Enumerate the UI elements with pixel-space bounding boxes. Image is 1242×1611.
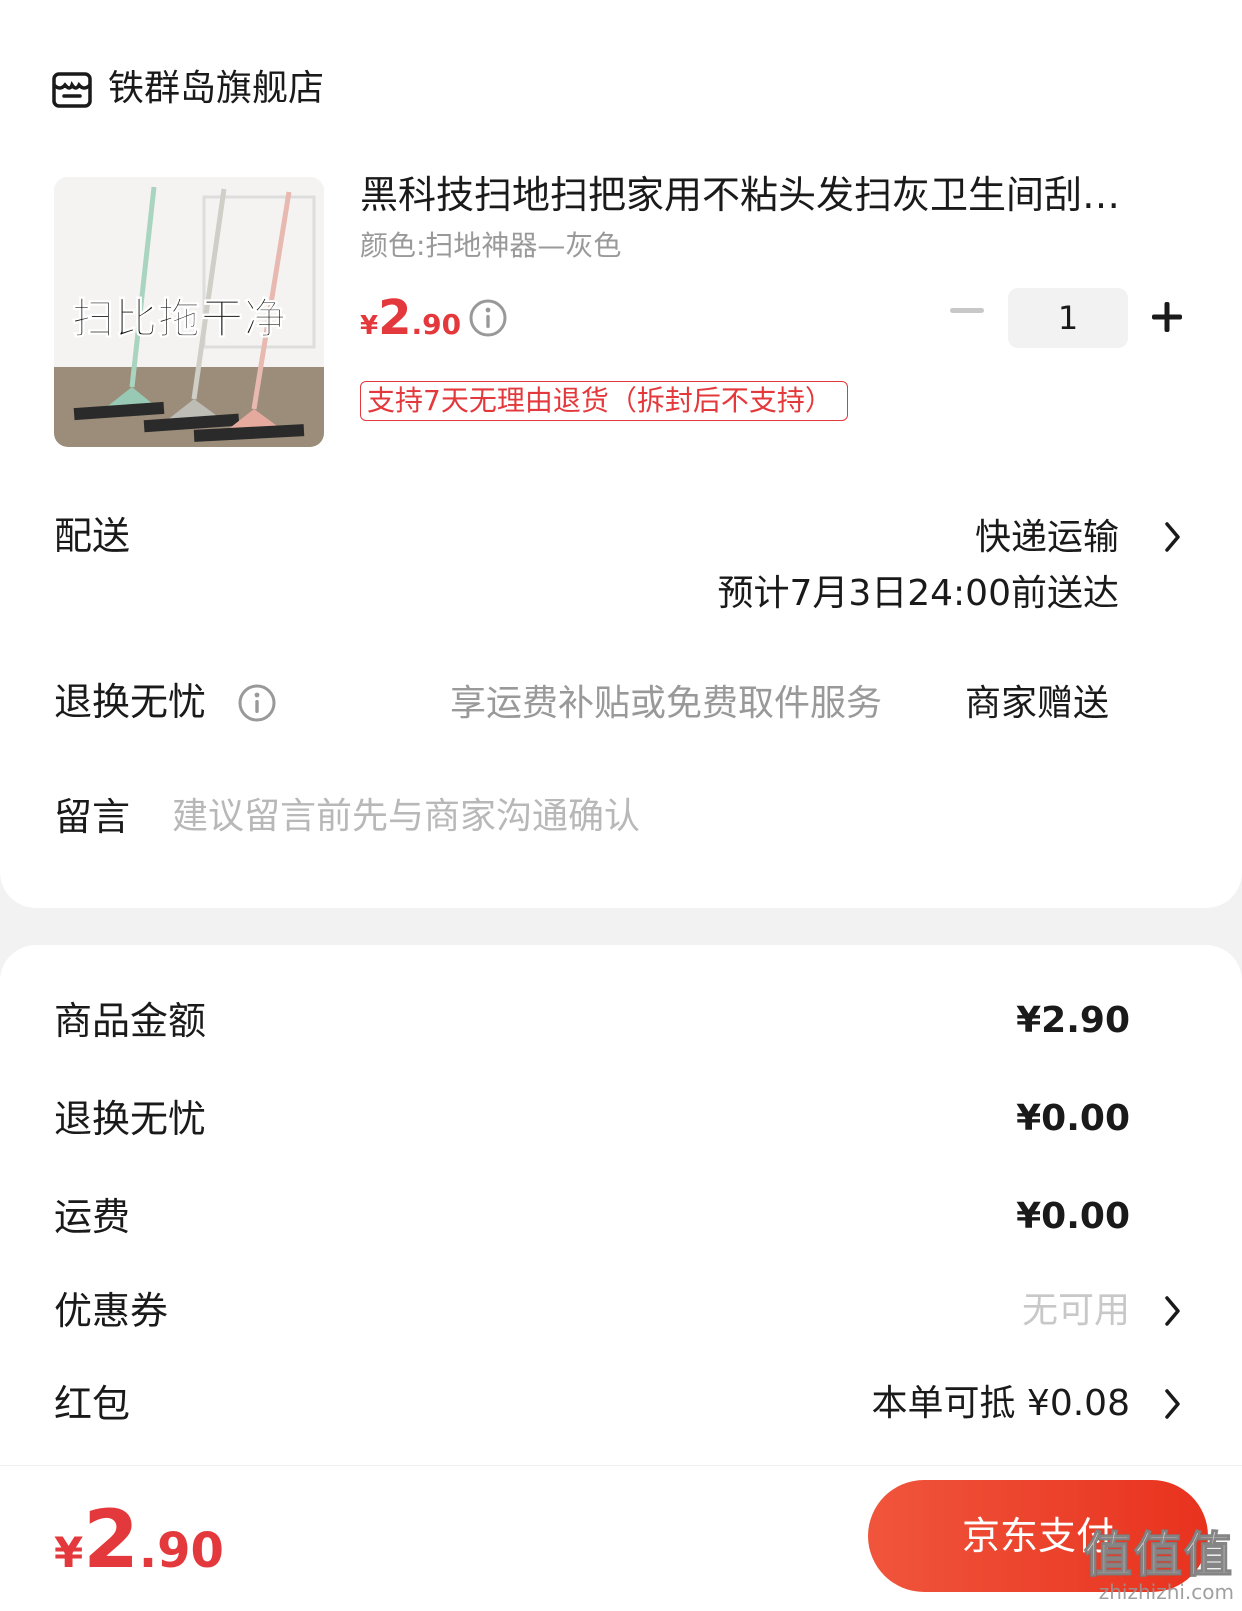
red-packet-label: 红包 (54, 1382, 131, 1426)
price-integer: 2 (378, 290, 412, 346)
worry-free-desc: 享运费补贴或免费取件服务 (450, 683, 883, 724)
delivery-chevron-icon[interactable] (1162, 519, 1184, 555)
worry-free-label: 退换无忧 (54, 680, 207, 724)
store-name[interactable]: 铁群岛旗舰店 (108, 66, 324, 112)
order-total: ¥2.90 (54, 1500, 224, 1580)
order-item-card: 铁群岛旗舰店 扫比拖干净 黑科技扫地扫把家用不粘头发扫灰卫生间刮… 颜色:扫地神… (0, 0, 1242, 908)
return-policy-tag: 支持7天无理由退货（拆封后不支持） (360, 381, 848, 421)
quantity-input[interactable]: 1 (1008, 288, 1128, 348)
delivery-label: 配送 (54, 514, 131, 558)
price-info-icon[interactable] (468, 298, 508, 338)
worry-free-info-icon[interactable] (237, 683, 277, 723)
message-label: 留言 (54, 795, 131, 839)
worry-free-fee-label: 退换无忧 (54, 1097, 207, 1141)
quantity-decrease-button[interactable] (950, 308, 984, 313)
worry-free-fee-value: ¥0.00 (1016, 1098, 1130, 1139)
product-image-caption: 扫比拖干净 (71, 294, 288, 344)
delivery-method[interactable]: 快递运输 (975, 514, 1119, 562)
quantity-increase-button[interactable] (1150, 300, 1184, 334)
red-packet-chevron-icon[interactable] (1162, 1386, 1184, 1422)
coupon-chevron-icon[interactable] (1162, 1293, 1184, 1329)
product-title[interactable]: 黑科技扫地扫把家用不粘头发扫灰卫生间刮… (360, 170, 1160, 220)
message-input[interactable]: 建议留言前先与商家沟通确认 (172, 793, 640, 841)
goods-amount-label: 商品金额 (54, 999, 207, 1043)
price-currency: ¥ (360, 311, 379, 341)
coupon-label: 优惠券 (54, 1289, 169, 1333)
shipping-fee-value: ¥0.00 (1016, 1196, 1130, 1237)
price-decimal: .90 (411, 308, 462, 341)
total-decimal: .90 (138, 1523, 224, 1579)
product-spec[interactable]: 颜色:扫地神器—灰色 (360, 228, 621, 264)
watermark-url: zhizhizhi.com (1098, 1580, 1234, 1604)
unit-price: ¥2.90 (360, 290, 461, 346)
watermark: 值值值 zhizhizhi.com (1083, 1527, 1234, 1604)
delivery-eta: 预计7月3日24:00前送达 (717, 573, 1119, 614)
goods-amount-value: ¥2.90 (1016, 1000, 1130, 1041)
shipping-fee-label: 运费 (54, 1195, 131, 1239)
total-integer: 2 (83, 1493, 139, 1586)
worry-free-value: 商家赠送 (964, 683, 1109, 724)
store-icon (52, 72, 92, 108)
price-summary-card: 商品金额 ¥2.90 退换无忧 ¥0.00 运费 ¥0.00 优惠券 无可用 红… (0, 945, 1242, 1465)
red-packet-value[interactable]: 本单可抵 ¥0.08 (871, 1380, 1130, 1428)
coupon-value[interactable]: 无可用 (1022, 1287, 1130, 1335)
product-image[interactable]: 扫比拖干净 (54, 177, 324, 447)
watermark-logo: 值值值 (1083, 1527, 1234, 1583)
total-currency: ¥ (54, 1528, 84, 1577)
